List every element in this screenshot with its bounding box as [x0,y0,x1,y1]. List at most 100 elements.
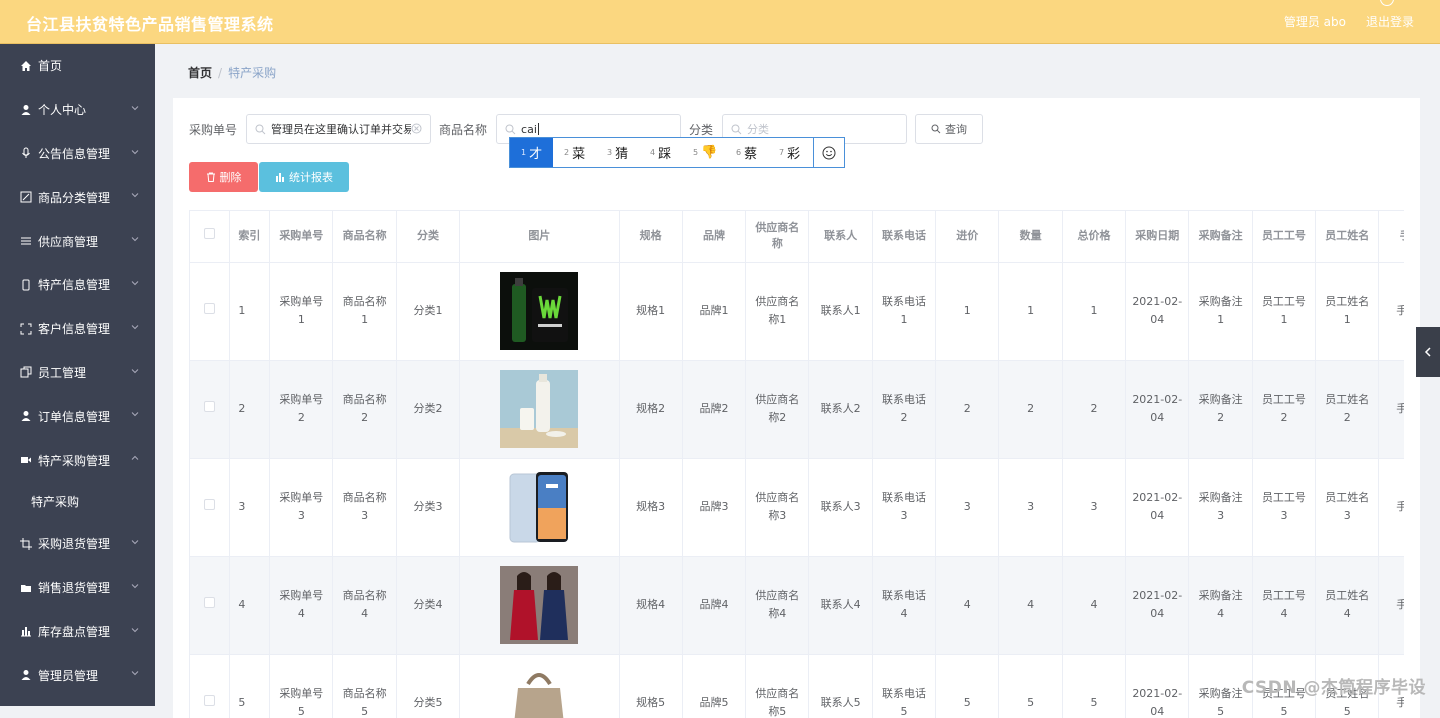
query-button[interactable]: 查询 [915,114,983,144]
sidebar-item-label: 商品分类管理 [38,189,110,206]
order-number-value: 管理员在这里确认订单并交易 [271,121,411,137]
sidebar-item-supplier[interactable]: 供应商管理 [0,219,155,263]
sidebar-item-personal[interactable]: 个人中心 [0,88,155,132]
cell-contact: 联系人4 [809,556,872,654]
ime-candidate[interactable]: 7彩 [768,138,811,167]
sidebar-item-purchase[interactable]: 特产采购管理 [0,438,155,482]
cell-order: 采购单号2 [270,360,333,458]
sidebar-item-product[interactable]: 特产信息管理 [0,263,155,307]
cell-emp-no: 员工工号1 [1252,262,1315,360]
sidebar-item-admin[interactable]: 管理员管理 [0,653,155,697]
cell-order: 采购单号1 [270,262,333,360]
cell-spec: 规格5 [619,654,682,718]
cell-index: 4 [230,556,270,654]
table-row[interactable]: 1 采购单号1 商品名称1 分类1 规格1 品牌1 供应商名称1 联系人1 联系… [190,262,1404,360]
cell-contact: 联系人3 [809,458,872,556]
row-checkbox[interactable] [190,458,230,556]
cell-remark: 采购备注2 [1189,360,1252,458]
sidebar-item-label: 首页 [38,57,62,74]
cell-price: 5 [936,654,999,718]
cell-emp-name: 员工姓名1 [1316,262,1379,360]
sidebar-item-notice[interactable]: 公告信息管理 [0,132,155,176]
row-checkbox[interactable] [190,360,230,458]
sidebar-item-home[interactable]: 首页 [0,44,155,88]
cell-supplier: 供应商名称5 [746,654,809,718]
cell-name: 商品名称5 [333,654,396,718]
cell-emp-no: 员工工号4 [1252,556,1315,654]
cell-remark: 采购备注3 [1189,458,1252,556]
chevron-down-icon [131,582,139,590]
sidebar-item-orders[interactable]: 订单信息管理 [0,394,155,438]
sidebar-item-sales-return[interactable]: 销售退货管理 [0,566,155,610]
column-header: 数量 [999,211,1062,262]
cell-date: 2021-02-04 [1126,458,1189,556]
cell-mobile: 手机3 [1379,458,1404,556]
sidebar-item-label: 采购退货管理 [38,535,110,552]
row-checkbox[interactable] [190,654,230,718]
clear-icon[interactable] [411,123,422,134]
sidebar-subitem-purchase[interactable]: 特产采购 [0,482,155,522]
ime-candidate[interactable]: 5👎 [682,138,725,167]
cell-emp-name: 员工姓名3 [1316,458,1379,556]
cell-price: 1 [936,262,999,360]
ime-candidate[interactable]: 3猜 [596,138,639,167]
cell-emp-name: 员工姓名4 [1316,556,1379,654]
cell-category: 分类1 [396,262,459,360]
emoji-icon[interactable] [813,138,844,167]
search-icon [505,124,516,135]
cell-total: 3 [1062,458,1125,556]
logout-link[interactable]: 退出登录 [1366,13,1414,30]
cell-spec: 规格1 [619,262,682,360]
column-header: 采购日期 [1126,211,1189,262]
column-header: 索引 [230,211,270,262]
cell-name: 商品名称3 [333,458,396,556]
sidebar-item-staff[interactable]: 员工管理 [0,351,155,395]
cell-name: 商品名称1 [333,262,396,360]
cell-total: 1 [1062,262,1125,360]
ime-candidate[interactable]: 1才 [510,138,553,167]
top-bar: 台江县扶贫特色产品销售管理系统 管理员 abo 退出登录 [0,0,1440,44]
ime-candidate[interactable]: 4踩 [639,138,682,167]
sidebar-item-inventory[interactable]: 库存盘点管理 [0,610,155,654]
chevron-down-icon [131,191,139,199]
cell-order: 采购单号4 [270,556,333,654]
chevron-up-icon [131,454,139,462]
ime-candidate-number: 7 [779,148,784,157]
delete-button[interactable]: 删除 [189,162,258,192]
order-number-label: 采购单号 [189,121,237,138]
cell-supplier: 供应商名称1 [746,262,809,360]
cell-qty: 2 [999,360,1062,458]
avatar-icon [1380,0,1394,6]
ime-candidate[interactable]: 6蔡 [725,138,768,167]
select-all-checkbox[interactable] [190,211,230,262]
crop-icon [20,538,32,550]
video-icon [20,454,32,466]
sidebar-item-customer[interactable]: 客户信息管理 [0,307,155,351]
stats-report-button[interactable]: 统计报表 [259,162,349,192]
breadcrumb-home[interactable]: 首页 [188,66,212,80]
cell-remark: 采购备注4 [1189,556,1252,654]
user-icon [20,669,32,681]
collapse-panel-button[interactable] [1416,327,1440,377]
breadcrumb: 首页/特产采购 [188,64,276,81]
table-row[interactable]: 2 采购单号2 商品名称2 分类2 规格2 品牌2 供应商名称2 联系人2 联系… [190,360,1404,458]
ime-candidate[interactable]: 2菜 [553,138,596,167]
sidebar-item-purchase-return[interactable]: 采购退货管理 [0,522,155,566]
table-row[interactable]: 5 采购单号5 商品名称5 分类5 规格5 品牌5 供应商名称5 联系人5 联系… [190,654,1404,718]
cell-mobile: 手机4 [1379,556,1404,654]
table-row[interactable]: 3 采购单号3 商品名称3 分类3 规格3 品牌3 供应商名称3 联系人3 联系… [190,458,1404,556]
cell-contact: 联系人5 [809,654,872,718]
row-checkbox[interactable] [190,262,230,360]
ime-candidate-number: 6 [736,148,741,157]
table-row[interactable]: 4 采购单号4 商品名称4 分类4 规格4 品牌4 供应商名称4 联系人4 联系… [190,556,1404,654]
user-name: 管理员 abo [1284,13,1346,30]
milk-image [500,370,578,448]
sidebar-item-label: 个人中心 [38,101,86,118]
ime-candidate-number: 3 [607,148,612,157]
cell-contact: 联系人1 [809,262,872,360]
order-number-input[interactable]: 管理员在这里确认订单并交易 [246,114,431,144]
energy-drink-image [500,272,578,350]
row-checkbox[interactable] [190,556,230,654]
home-icon [20,60,32,72]
sidebar-item-category[interactable]: 商品分类管理 [0,175,155,219]
